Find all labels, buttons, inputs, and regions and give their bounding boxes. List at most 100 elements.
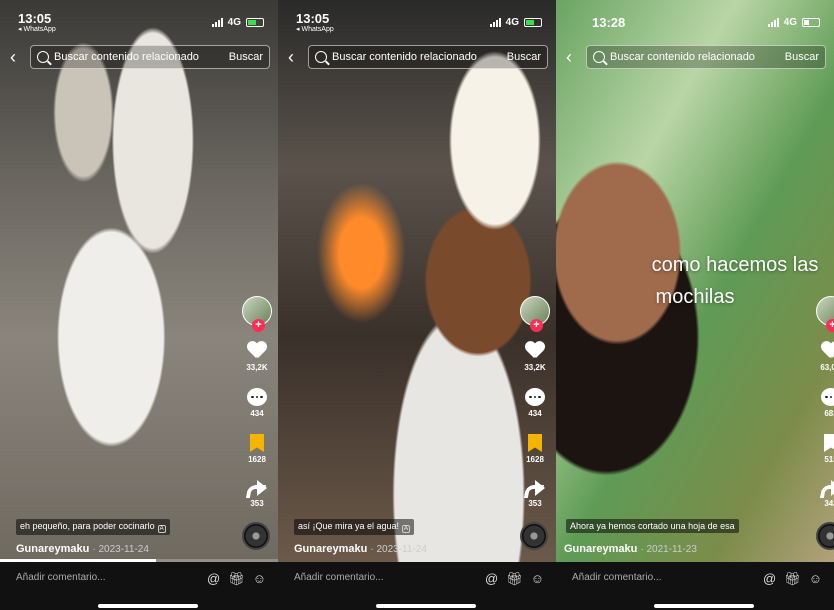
- status-bar: 13:28 4G: [574, 12, 820, 32]
- action-rail: + 63,0K 682 518 342: [814, 296, 834, 508]
- like-button[interactable]: 33,2K: [246, 342, 267, 372]
- at-icon[interactable]: @: [207, 571, 220, 587]
- caption-text: eh pequeño, para poder cocinarlo: [20, 521, 155, 531]
- at-icon[interactable]: @: [485, 571, 498, 587]
- search-box[interactable]: Buscar contenido relacionado Buscar: [586, 45, 826, 69]
- creator-avatar[interactable]: +: [816, 296, 834, 332]
- comment-button[interactable]: 434: [525, 388, 545, 418]
- search-input[interactable]: Buscar contenido relacionado: [610, 51, 781, 63]
- video-frame[interactable]: [0, 0, 278, 562]
- gift-icon[interactable]: 🎁︎: [228, 571, 245, 587]
- comment-input[interactable]: Añadir comentario...: [294, 572, 454, 583]
- gift-icon[interactable]: 🎁︎: [506, 571, 523, 587]
- heart-icon: [525, 342, 545, 360]
- translate-icon: A: [157, 525, 166, 533]
- comment-button[interactable]: 434: [247, 388, 267, 418]
- signal-icon: [211, 17, 223, 27]
- author-line: Gunareymaku · 2021-11-23: [564, 543, 697, 555]
- author-line: Gunareymaku · 2023-11-24: [16, 543, 149, 555]
- search-button[interactable]: Buscar: [229, 51, 263, 63]
- subtitle-caption: Ahora ya hemos cortado una hoja de esa: [566, 519, 739, 533]
- comment-bar: Añadir comentario... @ 🎁︎ ☺: [278, 562, 556, 610]
- search-button[interactable]: Buscar: [785, 51, 819, 63]
- status-bar: 13:05 ◂ WhatsApp 4G: [296, 10, 542, 33]
- author-name[interactable]: Gunareymaku: [16, 543, 89, 555]
- music-disc-icon[interactable]: [520, 522, 548, 550]
- save-button[interactable]: 518: [824, 434, 834, 464]
- share-button[interactable]: 353: [525, 480, 545, 508]
- heart-icon: [821, 342, 834, 360]
- like-button[interactable]: 33,2K: [524, 342, 545, 372]
- follow-plus-icon[interactable]: +: [530, 319, 543, 332]
- back-chevron-icon[interactable]: ‹: [10, 48, 24, 66]
- comment-count: 434: [250, 409, 264, 418]
- at-icon[interactable]: @: [763, 571, 776, 587]
- search-bar: ‹ Buscar contenido relacionado Buscar: [566, 44, 826, 70]
- back-to-app-link[interactable]: ◂ WhatsApp: [18, 26, 56, 33]
- follow-plus-icon[interactable]: +: [826, 319, 834, 332]
- save-button[interactable]: 1628: [248, 434, 266, 464]
- gift-icon[interactable]: 🎁︎: [784, 571, 801, 587]
- author-name[interactable]: Gunareymaku: [564, 543, 637, 555]
- like-count: 33,2K: [524, 363, 546, 372]
- comment-input[interactable]: Añadir comentario...: [16, 572, 176, 583]
- comment-icon: [525, 388, 545, 406]
- overlay-text-line-2: mochilas: [655, 286, 735, 308]
- author-name[interactable]: Gunareymaku: [294, 543, 367, 555]
- status-time: 13:05: [18, 10, 52, 26]
- heart-icon: [247, 342, 267, 360]
- post-date: · 2023-11-24: [370, 544, 427, 555]
- comment-input[interactable]: Añadir comentario...: [572, 572, 732, 583]
- caption-text: Ahora ya hemos cortado una hoja de esa: [570, 521, 735, 531]
- emoji-icon[interactable]: ☺: [809, 571, 822, 587]
- status-time: 13:05: [296, 10, 330, 26]
- search-input[interactable]: Buscar contenido relacionado: [54, 51, 225, 63]
- share-count: 342: [824, 499, 834, 508]
- battery-icon: [246, 17, 264, 27]
- creator-avatar[interactable]: +: [520, 296, 550, 332]
- video-frame[interactable]: [556, 0, 834, 562]
- action-rail: + 33,2K 434 1628 353: [518, 296, 552, 508]
- save-count: 1628: [526, 455, 544, 464]
- creator-avatar[interactable]: +: [242, 296, 272, 332]
- share-button[interactable]: 353: [247, 480, 267, 508]
- share-icon: [821, 480, 834, 496]
- like-button[interactable]: 63,0K: [820, 342, 834, 372]
- comment-bar: Añadir comentario... @ 🎁︎ ☺: [556, 562, 834, 610]
- save-button[interactable]: 1628: [526, 434, 544, 464]
- music-disc-icon[interactable]: [242, 522, 270, 550]
- post-date: · 2023-11-24: [92, 544, 149, 555]
- emoji-icon[interactable]: ☺: [531, 571, 544, 587]
- save-count: 518: [824, 455, 834, 464]
- like-count: 63,0K: [820, 363, 834, 372]
- search-box[interactable]: Buscar contenido relacionado Buscar: [30, 45, 270, 69]
- battery-icon: [524, 17, 542, 27]
- bookmark-icon: [249, 434, 264, 452]
- search-input[interactable]: Buscar contenido relacionado: [332, 51, 503, 63]
- back-to-app-link[interactable]: ◂ WhatsApp: [296, 26, 334, 33]
- emoji-icon[interactable]: ☺: [253, 571, 266, 587]
- share-button[interactable]: 342: [821, 480, 834, 508]
- comment-count: 434: [528, 409, 542, 418]
- back-chevron-icon[interactable]: ‹: [566, 48, 580, 66]
- video-panel-1: 13:05 ◂ WhatsApp 4G ‹ Buscar contenido r…: [0, 0, 278, 610]
- search-icon: [37, 51, 49, 63]
- video-frame[interactable]: [278, 0, 556, 562]
- search-button[interactable]: Buscar: [507, 51, 541, 63]
- screenshot-row: 13:05 ◂ WhatsApp 4G ‹ Buscar contenido r…: [0, 0, 834, 610]
- author-line: Gunareymaku · 2023-11-24: [294, 543, 427, 555]
- bookmark-icon: [824, 434, 834, 452]
- search-bar: ‹ Buscar contenido relacionado Buscar: [288, 44, 548, 70]
- share-icon: [247, 480, 267, 496]
- share-count: 353: [528, 499, 542, 508]
- search-box[interactable]: Buscar contenido relacionado Buscar: [308, 45, 548, 69]
- signal-icon: [767, 17, 779, 27]
- battery-icon: [802, 17, 820, 27]
- back-chevron-icon[interactable]: ‹: [288, 48, 302, 66]
- caption-text: así ¡Que mira ya el agua!: [298, 521, 400, 531]
- post-date: · 2021-11-23: [640, 544, 697, 555]
- home-indicator: [98, 604, 198, 608]
- comment-button[interactable]: 682: [821, 388, 834, 418]
- follow-plus-icon[interactable]: +: [252, 319, 265, 332]
- home-indicator: [654, 604, 754, 608]
